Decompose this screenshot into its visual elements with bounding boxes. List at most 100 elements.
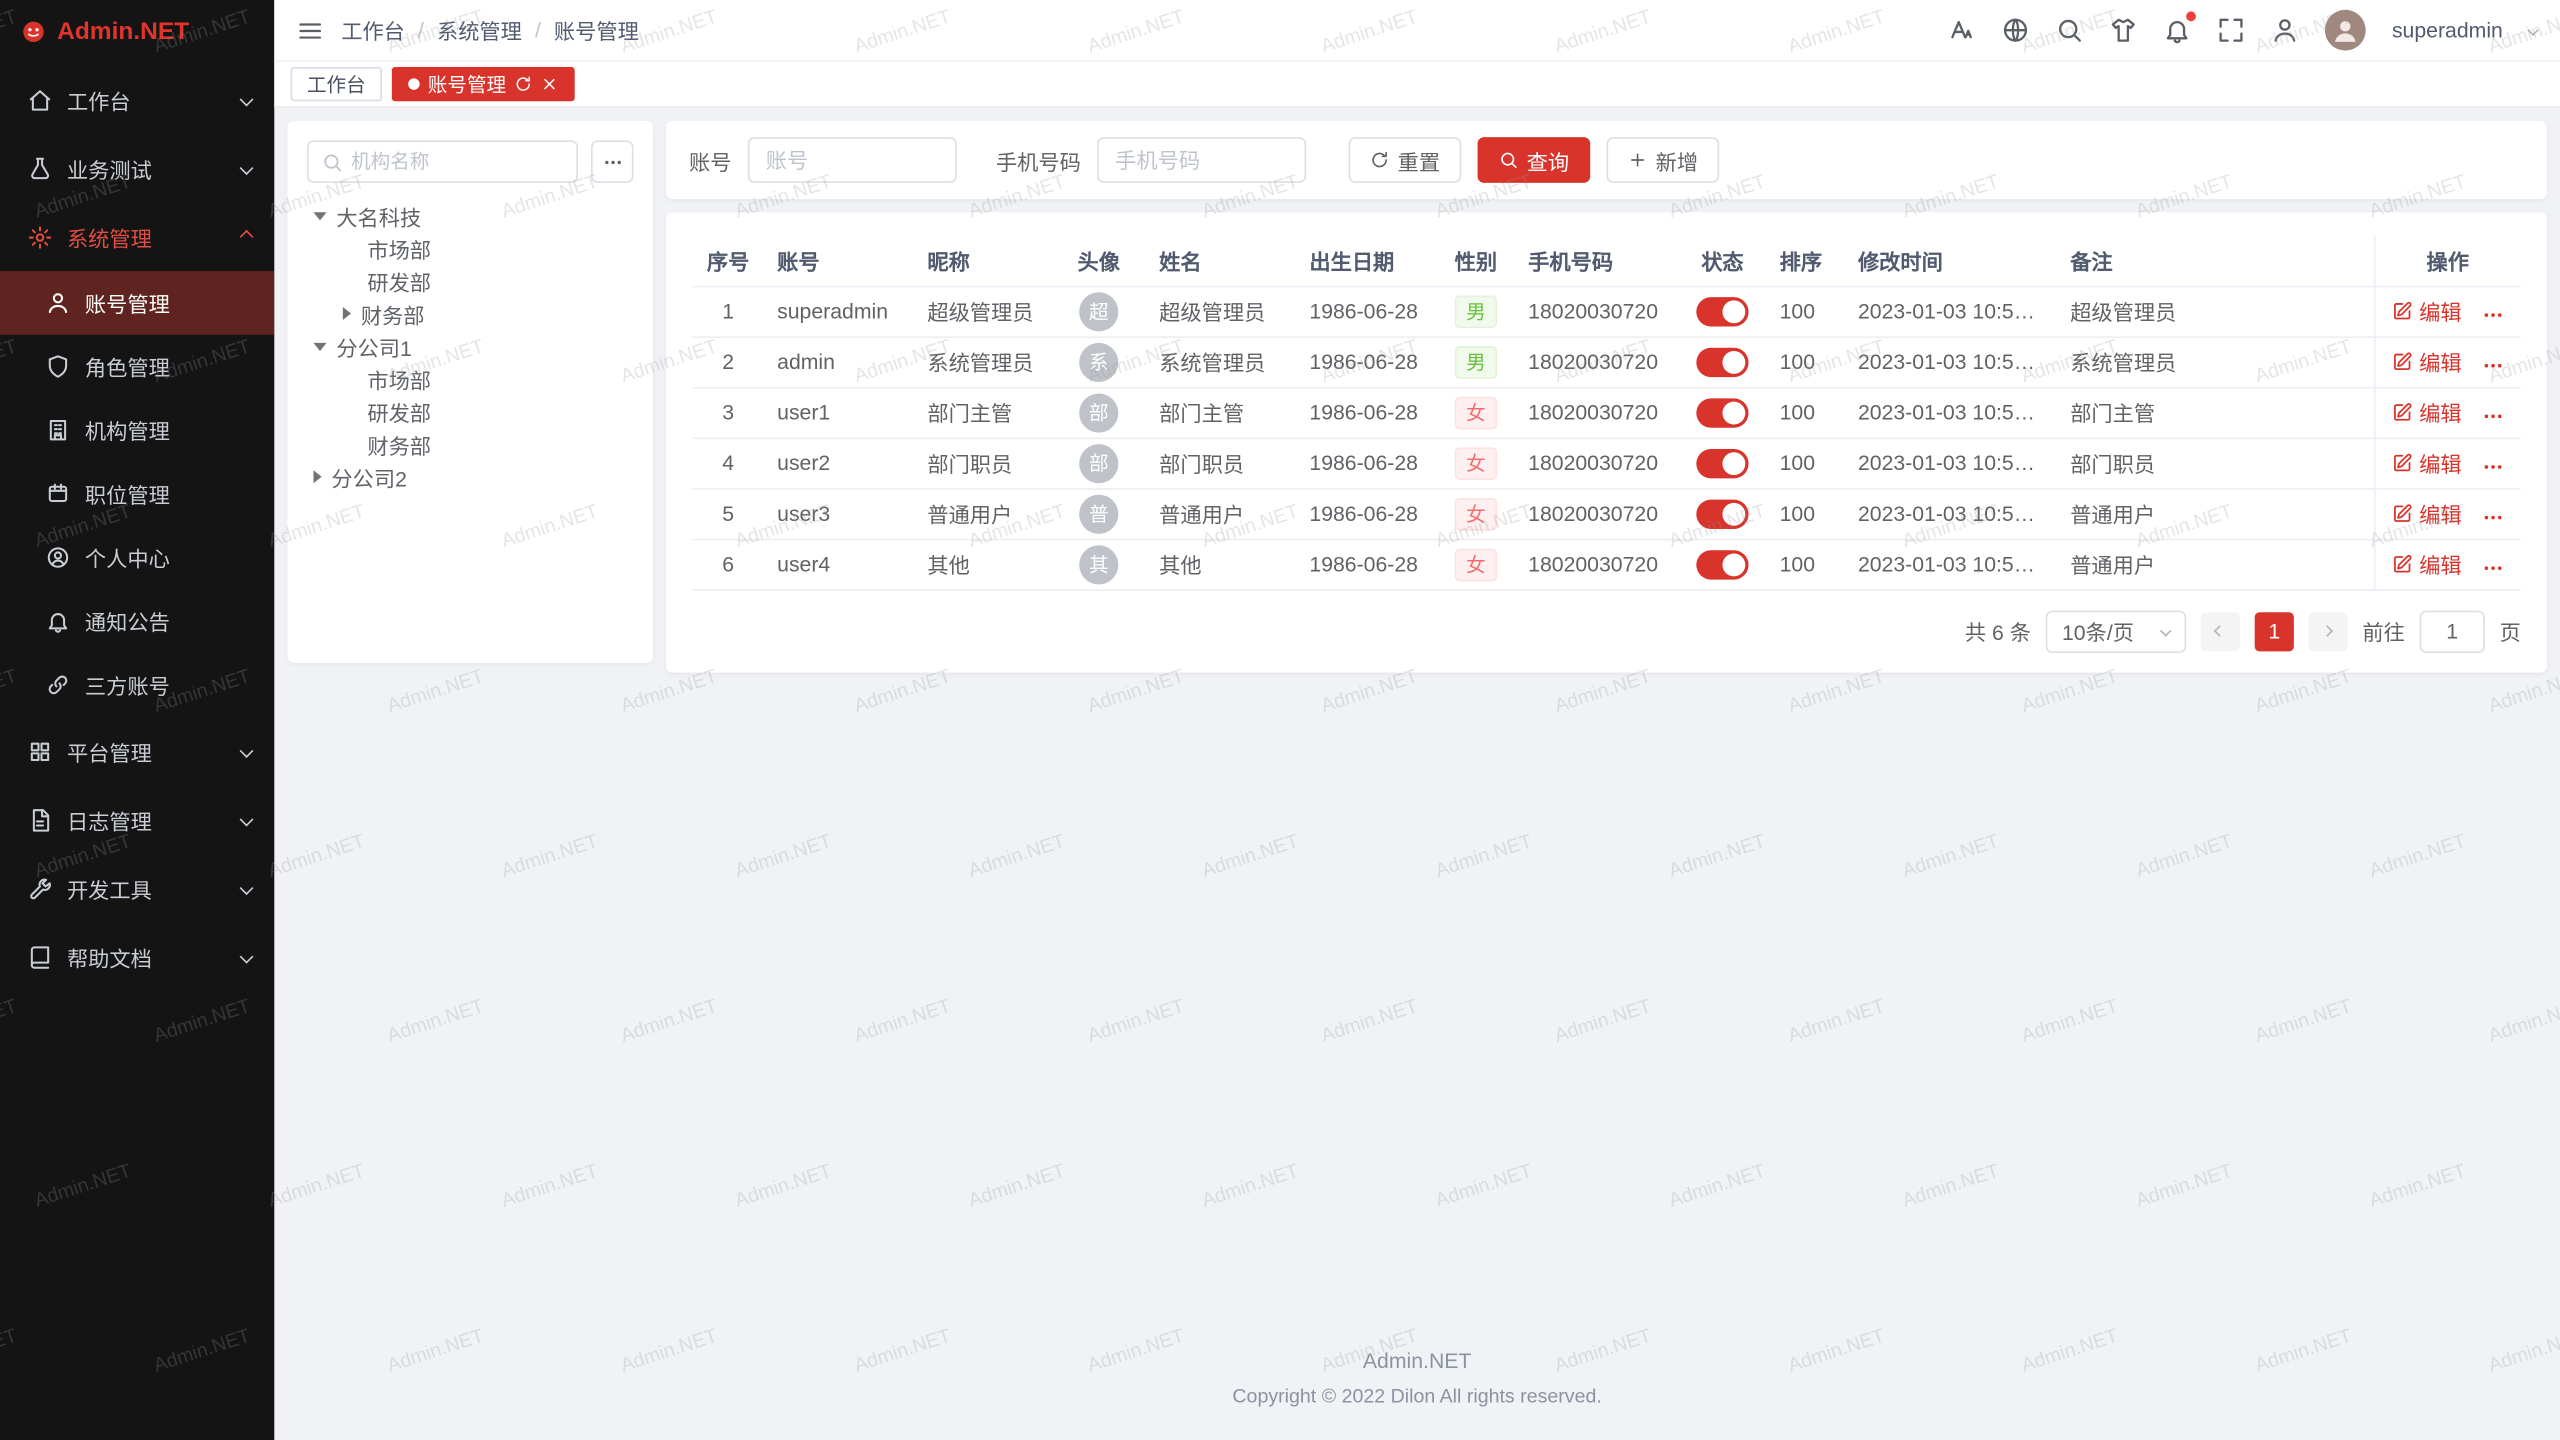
sidebar-subitem-post-mgmt[interactable]: 职位管理 (0, 462, 274, 526)
edit-button[interactable]: 编辑 (2391, 447, 2461, 478)
gear-icon (28, 224, 52, 248)
breadcrumb-item[interactable]: 工作台 (341, 15, 405, 46)
caret-collapsed-icon[interactable] (313, 470, 321, 483)
reset-button[interactable]: 重置 (1349, 137, 1462, 183)
cell-account: admin (764, 336, 914, 387)
fullscreen-icon[interactable] (2217, 16, 2245, 44)
tree-node[interactable]: 大名科技 (307, 199, 634, 232)
row-more-button[interactable] (2481, 507, 2504, 530)
sidebar-subitem-account-mgmt[interactable]: 账号管理 (0, 271, 274, 335)
caret-collapsed-icon[interactable] (343, 307, 351, 320)
next-page-button[interactable] (2309, 611, 2348, 650)
edit-button[interactable]: 编辑 (2391, 548, 2461, 579)
row-more-button[interactable] (2481, 304, 2504, 327)
status-toggle[interactable] (1696, 448, 1748, 477)
status-toggle[interactable] (1696, 296, 1748, 325)
tree-node[interactable]: 市场部 (307, 232, 634, 265)
right-column: 账号 手机号码 重置 查询 (666, 121, 2547, 672)
page-size-select[interactable]: 10条/页 (2046, 610, 2186, 652)
sidebar-subitem-third-account[interactable]: 三方账号 (0, 653, 274, 717)
search-label: 查询 (1527, 144, 1569, 175)
sidebar-item-log-mgmt[interactable]: 日志管理 (0, 785, 274, 854)
add-button[interactable]: 新增 (1607, 137, 1720, 183)
tree-node[interactable]: 研发部 (307, 264, 634, 297)
refresh-icon[interactable] (514, 75, 532, 93)
sidebar-item-system-mgmt[interactable]: 系统管理 (0, 202, 274, 271)
status-toggle[interactable] (1696, 549, 1748, 578)
sidebar-subitem-role-mgmt[interactable]: 角色管理 (0, 335, 274, 399)
tab-account-mgmt[interactable]: 账号管理 (392, 67, 575, 101)
tree-node[interactable]: 分公司1 (307, 330, 634, 363)
row-more-button[interactable] (2481, 355, 2504, 378)
menu-label: 角色管理 (85, 351, 170, 382)
sidebar: Admin.NET 工作台 业务测试 系统管理 账号管理 (0, 0, 274, 1440)
close-icon[interactable] (540, 75, 558, 93)
tree-node[interactable]: 财务部 (307, 428, 634, 461)
notification-badge (2186, 11, 2196, 21)
sidebar-subitem-org-mgmt[interactable]: 机构管理 (0, 398, 274, 462)
phone-input[interactable] (1097, 137, 1306, 183)
caret-expanded-icon[interactable] (313, 211, 326, 219)
col-account: 账号 (764, 235, 914, 286)
goto-page-input[interactable] (2420, 610, 2485, 652)
font-size-icon[interactable] (1948, 16, 1976, 44)
sidebar-subitem-notice[interactable]: 通知公告 (0, 589, 274, 653)
sidebar-item-business-test[interactable]: 业务测试 (0, 134, 274, 203)
tree-node[interactable]: 分公司2 (307, 460, 634, 493)
breadcrumb-item[interactable]: 系统管理 (437, 15, 522, 46)
search-button[interactable]: 查询 (1478, 137, 1591, 183)
prev-page-button[interactable] (2201, 611, 2240, 650)
row-more-button[interactable] (2481, 405, 2504, 428)
theme-icon[interactable] (2109, 16, 2137, 44)
chevron-left-icon (2215, 625, 2227, 637)
language-icon[interactable] (2002, 16, 2030, 44)
edit-button[interactable]: 编辑 (2391, 295, 2461, 326)
cell-name: 系统管理员 (1146, 336, 1296, 387)
status-toggle[interactable] (1696, 398, 1748, 427)
brand-name: Admin.NET (57, 17, 189, 45)
phone-label: 手机号码 (996, 144, 1081, 175)
status-toggle[interactable] (1696, 499, 1748, 528)
cell-nickname: 系统管理员 (914, 336, 1051, 387)
menu-toggle-icon[interactable] (297, 17, 323, 43)
cell-modified: 2023-01-03 10:59:44 (1845, 539, 2057, 590)
tree-node[interactable]: 市场部 (307, 362, 634, 395)
profile-icon[interactable] (2271, 16, 2299, 44)
cell-modified: 2023-01-03 10:59:44 (1845, 286, 2057, 337)
search-icon[interactable] (2056, 16, 2084, 44)
avatar[interactable] (2325, 10, 2366, 51)
username[interactable]: superadmin (2392, 18, 2503, 42)
status-toggle[interactable] (1696, 347, 1748, 376)
logo[interactable]: Admin.NET (0, 0, 274, 62)
table-row: 5 user3 普通用户 普 普通用户 1986-06-28 女 1802003… (692, 488, 2521, 539)
edit-icon (2391, 401, 2412, 422)
tree-node[interactable]: 财务部 (307, 297, 634, 330)
sidebar-item-help-docs[interactable]: 帮助文档 (0, 922, 274, 991)
tab-workbench[interactable]: 工作台 (291, 67, 382, 101)
page-number-active[interactable]: 1 (2255, 611, 2294, 650)
sidebar-subitem-personal-center[interactable]: 个人中心 (0, 526, 274, 590)
account-input[interactable] (748, 137, 957, 183)
sidebar-item-platform-mgmt[interactable]: 平台管理 (0, 717, 274, 786)
menu-label: 账号管理 (85, 287, 170, 318)
col-nickname: 昵称 (914, 235, 1051, 286)
sidebar-item-dev-tools[interactable]: 开发工具 (0, 854, 274, 923)
notification-bell[interactable] (2163, 16, 2191, 44)
org-search-input[interactable] (351, 150, 563, 173)
row-more-button[interactable] (2481, 456, 2504, 479)
edit-button[interactable]: 编辑 (2391, 396, 2461, 427)
cell-birthday: 1986-06-28 (1296, 488, 1436, 539)
edit-icon (2391, 452, 2412, 473)
edit-button[interactable]: 编辑 (2391, 346, 2461, 377)
row-more-button[interactable] (2481, 557, 2504, 580)
chevron-down-icon[interactable] (2527, 24, 2539, 36)
org-more-button[interactable] (591, 140, 633, 182)
edit-button[interactable]: 编辑 (2391, 498, 2461, 529)
gender-badge: 男 (1455, 295, 1497, 328)
tree-node[interactable]: 研发部 (307, 395, 634, 428)
sidebar-item-workbench[interactable]: 工作台 (0, 65, 274, 134)
bell-icon (2163, 16, 2191, 44)
accounts-table-card: 序号 账号 昵称 头像 姓名 出生日期 性别 手机号码 状态 排序 (666, 212, 2547, 672)
caret-expanded-icon[interactable] (313, 342, 326, 350)
menu-label: 通知公告 (85, 606, 170, 637)
